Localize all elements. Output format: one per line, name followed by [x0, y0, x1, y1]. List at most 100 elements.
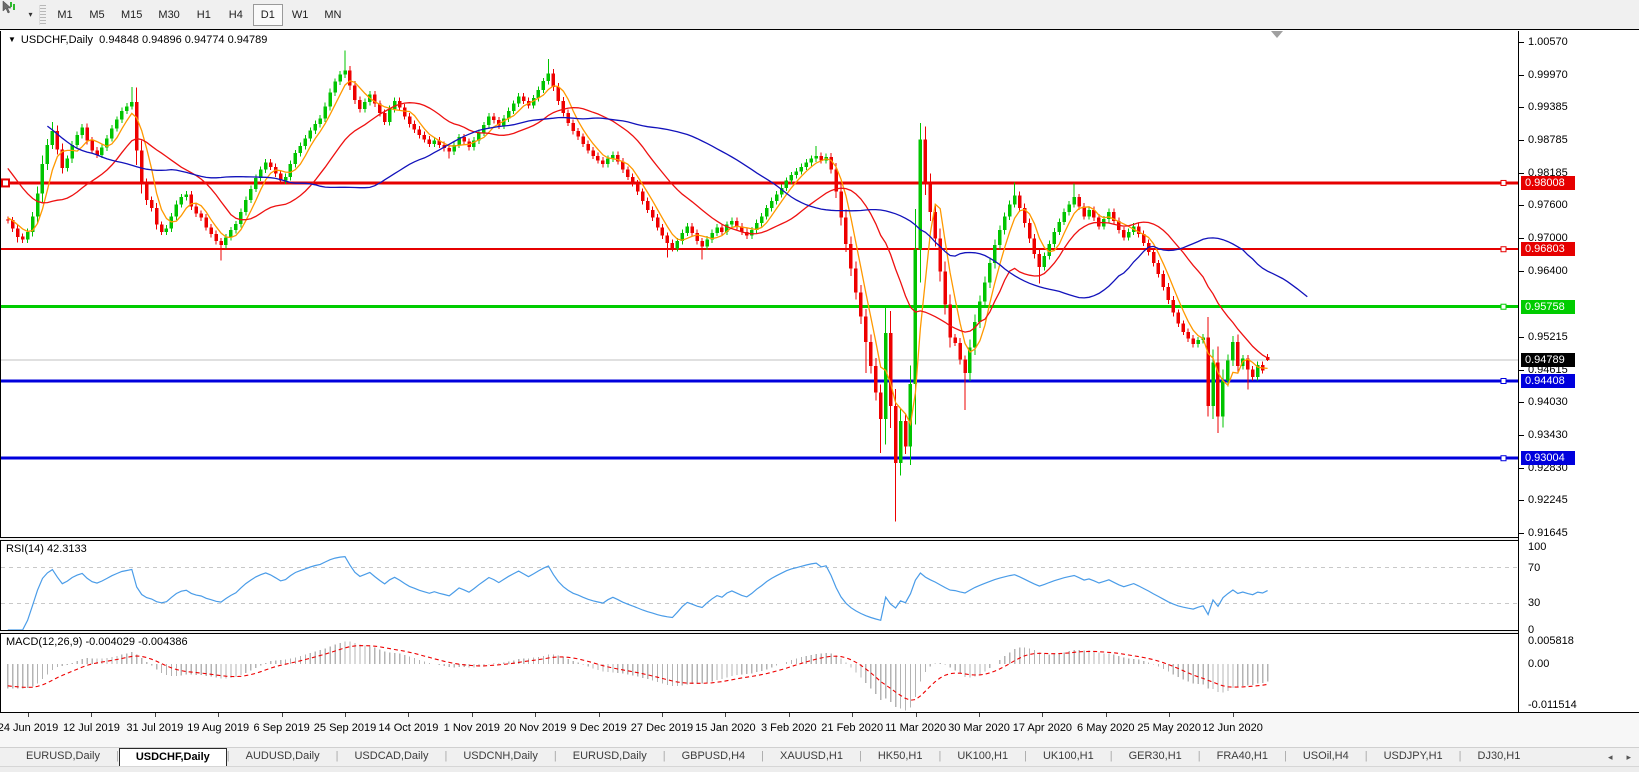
date-tick	[852, 713, 853, 717]
chart-tab-gbpusd-h4[interactable]: GBPUSD,H4	[666, 748, 762, 766]
timeframe-button-w1[interactable]: W1	[285, 4, 316, 26]
chart-tab-usdjpy-h1[interactable]: USDJPY,H1	[1368, 748, 1459, 766]
price-axis[interactable]: 1.005700.999700.993850.987850.981850.976…	[1518, 31, 1639, 712]
chart-shift-marker[interactable]	[1271, 31, 1283, 38]
time-axis[interactable]: 24 Jun 201912 Jul 201931 Jul 201919 Aug …	[0, 713, 1639, 747]
chart-tabs-bar: EURUSD,Daily|USDCHF,Daily|AUDUSD,Daily|U…	[0, 747, 1639, 766]
rsi-tick-label: 30	[1528, 597, 1540, 609]
price-tick	[1519, 107, 1524, 108]
price-tick	[1519, 468, 1524, 469]
chart-tab-usoil-h4[interactable]: USOil,H4	[1287, 748, 1365, 766]
timeframe-button-h4[interactable]: H4	[221, 4, 251, 26]
price-tick	[1519, 370, 1524, 371]
timeframe-button-m30[interactable]: M30	[151, 4, 186, 26]
rsi-tick-label: 100	[1528, 541, 1546, 553]
price-tick-label: 1.00570	[1528, 36, 1568, 48]
date-tick	[28, 713, 29, 717]
timeframe-button-m1[interactable]: M1	[50, 4, 80, 26]
chart-title: ▼ USDCHF,Daily 0.94848 0.94896 0.94774 0.…	[8, 34, 267, 46]
date-tick	[155, 713, 156, 717]
chart-tab-hk50-h1[interactable]: HK50,H1	[862, 748, 939, 766]
chart-tab-eurusd-daily[interactable]: EURUSD,Daily	[557, 748, 663, 766]
candlestick-chart	[1, 31, 1519, 537]
price-tick-label: 0.95215	[1528, 331, 1568, 343]
slow-ma-line	[47, 118, 1307, 298]
price-tick	[1519, 500, 1524, 501]
date-tick	[282, 713, 283, 717]
date-tick	[662, 713, 663, 717]
mt4-terminal-window: ▾ M1M5M15M30H1H4D1W1MN ▼ USDCHF,Daily 0.9…	[0, 0, 1639, 772]
support-line-price-label: 0.94408	[1521, 374, 1575, 388]
line-handle[interactable]	[1501, 304, 1506, 309]
timeframe-button-m5[interactable]: M5	[82, 4, 112, 26]
tabs-scroll-left-icon[interactable]: ◂	[1608, 752, 1613, 762]
price-tick-label: 0.97600	[1528, 199, 1568, 211]
date-tick	[345, 713, 346, 717]
rsi-panel[interactable]: RSI(14) 42.3133	[0, 541, 1518, 630]
timeframe-buttons-group: M1M5M15M30H1H4D1W1MN	[49, 4, 349, 26]
price-tick	[1519, 435, 1524, 436]
chart-tab-uk100-h1[interactable]: UK100,H1	[941, 748, 1024, 766]
price-tick-label: 0.99970	[1528, 69, 1568, 81]
date-tick	[725, 713, 726, 717]
date-tick	[1233, 713, 1234, 717]
date-tick	[916, 713, 917, 717]
chart-tab-audusd-daily[interactable]: AUDUSD,Daily	[230, 748, 336, 766]
date-tick	[979, 713, 980, 717]
price-tick	[1519, 140, 1524, 141]
chart-tab-usdcad-daily[interactable]: USDCAD,Daily	[338, 748, 444, 766]
price-tick-label: 0.92245	[1528, 494, 1568, 506]
line-handle[interactable]	[2, 179, 9, 186]
price-tick-label: 0.96400	[1528, 265, 1568, 277]
price-tick-label: 0.94030	[1528, 396, 1568, 408]
chart-title-text: USDCHF,Daily 0.94848 0.94896 0.94774 0.9…	[21, 34, 267, 46]
timeframe-button-h1[interactable]: H1	[189, 4, 219, 26]
date-tick	[599, 713, 600, 717]
line-handle[interactable]	[1501, 247, 1506, 252]
chart-cursor-glyph	[0, 0, 16, 16]
price-tick	[1519, 337, 1524, 338]
price-tick	[1519, 402, 1524, 403]
price-tick-label: 0.91645	[1528, 527, 1568, 539]
date-tick	[1169, 713, 1170, 717]
price-tick-label: 0.93430	[1528, 429, 1568, 441]
timeframe-button-m15[interactable]: M15	[114, 4, 149, 26]
line-handle[interactable]	[1501, 180, 1506, 185]
date-tick	[535, 713, 536, 717]
timeframe-button-d1[interactable]: D1	[253, 4, 283, 26]
timeframe-toolbar: ▾ M1M5M15M30H1H4D1W1MN	[0, 0, 1639, 30]
macd-label: MACD(12,26,9) -0.004029 -0.004386	[6, 636, 188, 648]
price-tick	[1519, 238, 1524, 239]
tab-scroll-arrows: ◂ ▸	[1608, 752, 1631, 762]
support-line-price-label: 0.95758	[1521, 300, 1575, 314]
toolbar-grip-handle[interactable]	[39, 5, 46, 25]
symbol-dropdown-icon[interactable]: ▼	[8, 35, 16, 44]
macd-panel[interactable]: MACD(12,26,9) -0.004029 -0.004386	[0, 634, 1518, 712]
rsi-label: RSI(14) 42.3133	[6, 543, 87, 555]
date-tick	[1042, 713, 1043, 717]
chart-cursor-icon[interactable]	[0, 4, 24, 26]
line-handle[interactable]	[1501, 456, 1506, 461]
price-tick	[1519, 173, 1524, 174]
chart-tab-eurusd-daily[interactable]: EURUSD,Daily	[10, 748, 116, 766]
main-chart-panel[interactable]: ▼ USDCHF,Daily 0.94848 0.94896 0.94774 0.…	[0, 31, 1518, 537]
date-tick	[789, 713, 790, 717]
chart-tool-dropdown-caret-icon[interactable]: ▾	[24, 4, 37, 26]
current-price-price-label: 0.94789	[1521, 353, 1575, 367]
date-tick	[408, 713, 409, 717]
rsi-chart	[1, 541, 1519, 630]
date-tick	[218, 713, 219, 717]
chart-tab-ger30-h1[interactable]: GER30,H1	[1113, 748, 1198, 766]
chart-tab-dj30-h1[interactable]: DJ30,H1	[1462, 748, 1537, 766]
chart-tab-xauusd-h1[interactable]: XAUUSD,H1	[764, 748, 859, 766]
chart-tab-uk100-h1[interactable]: UK100,H1	[1027, 748, 1110, 766]
macd-tick-label: -0.011514	[1528, 699, 1577, 711]
rsi-tick-label: 70	[1528, 562, 1540, 574]
timeframe-button-mn[interactable]: MN	[317, 4, 348, 26]
chart-tab-usdchf-daily[interactable]: USDCHF,Daily	[119, 748, 227, 766]
chart-tab-fra40-h1[interactable]: FRA40,H1	[1201, 748, 1284, 766]
chart-tab-usdcnh-daily[interactable]: USDCNH,Daily	[447, 748, 554, 766]
support-line-price-label: 0.93004	[1521, 451, 1575, 465]
line-handle[interactable]	[1501, 378, 1506, 383]
tabs-scroll-right-icon[interactable]: ▸	[1626, 752, 1631, 762]
